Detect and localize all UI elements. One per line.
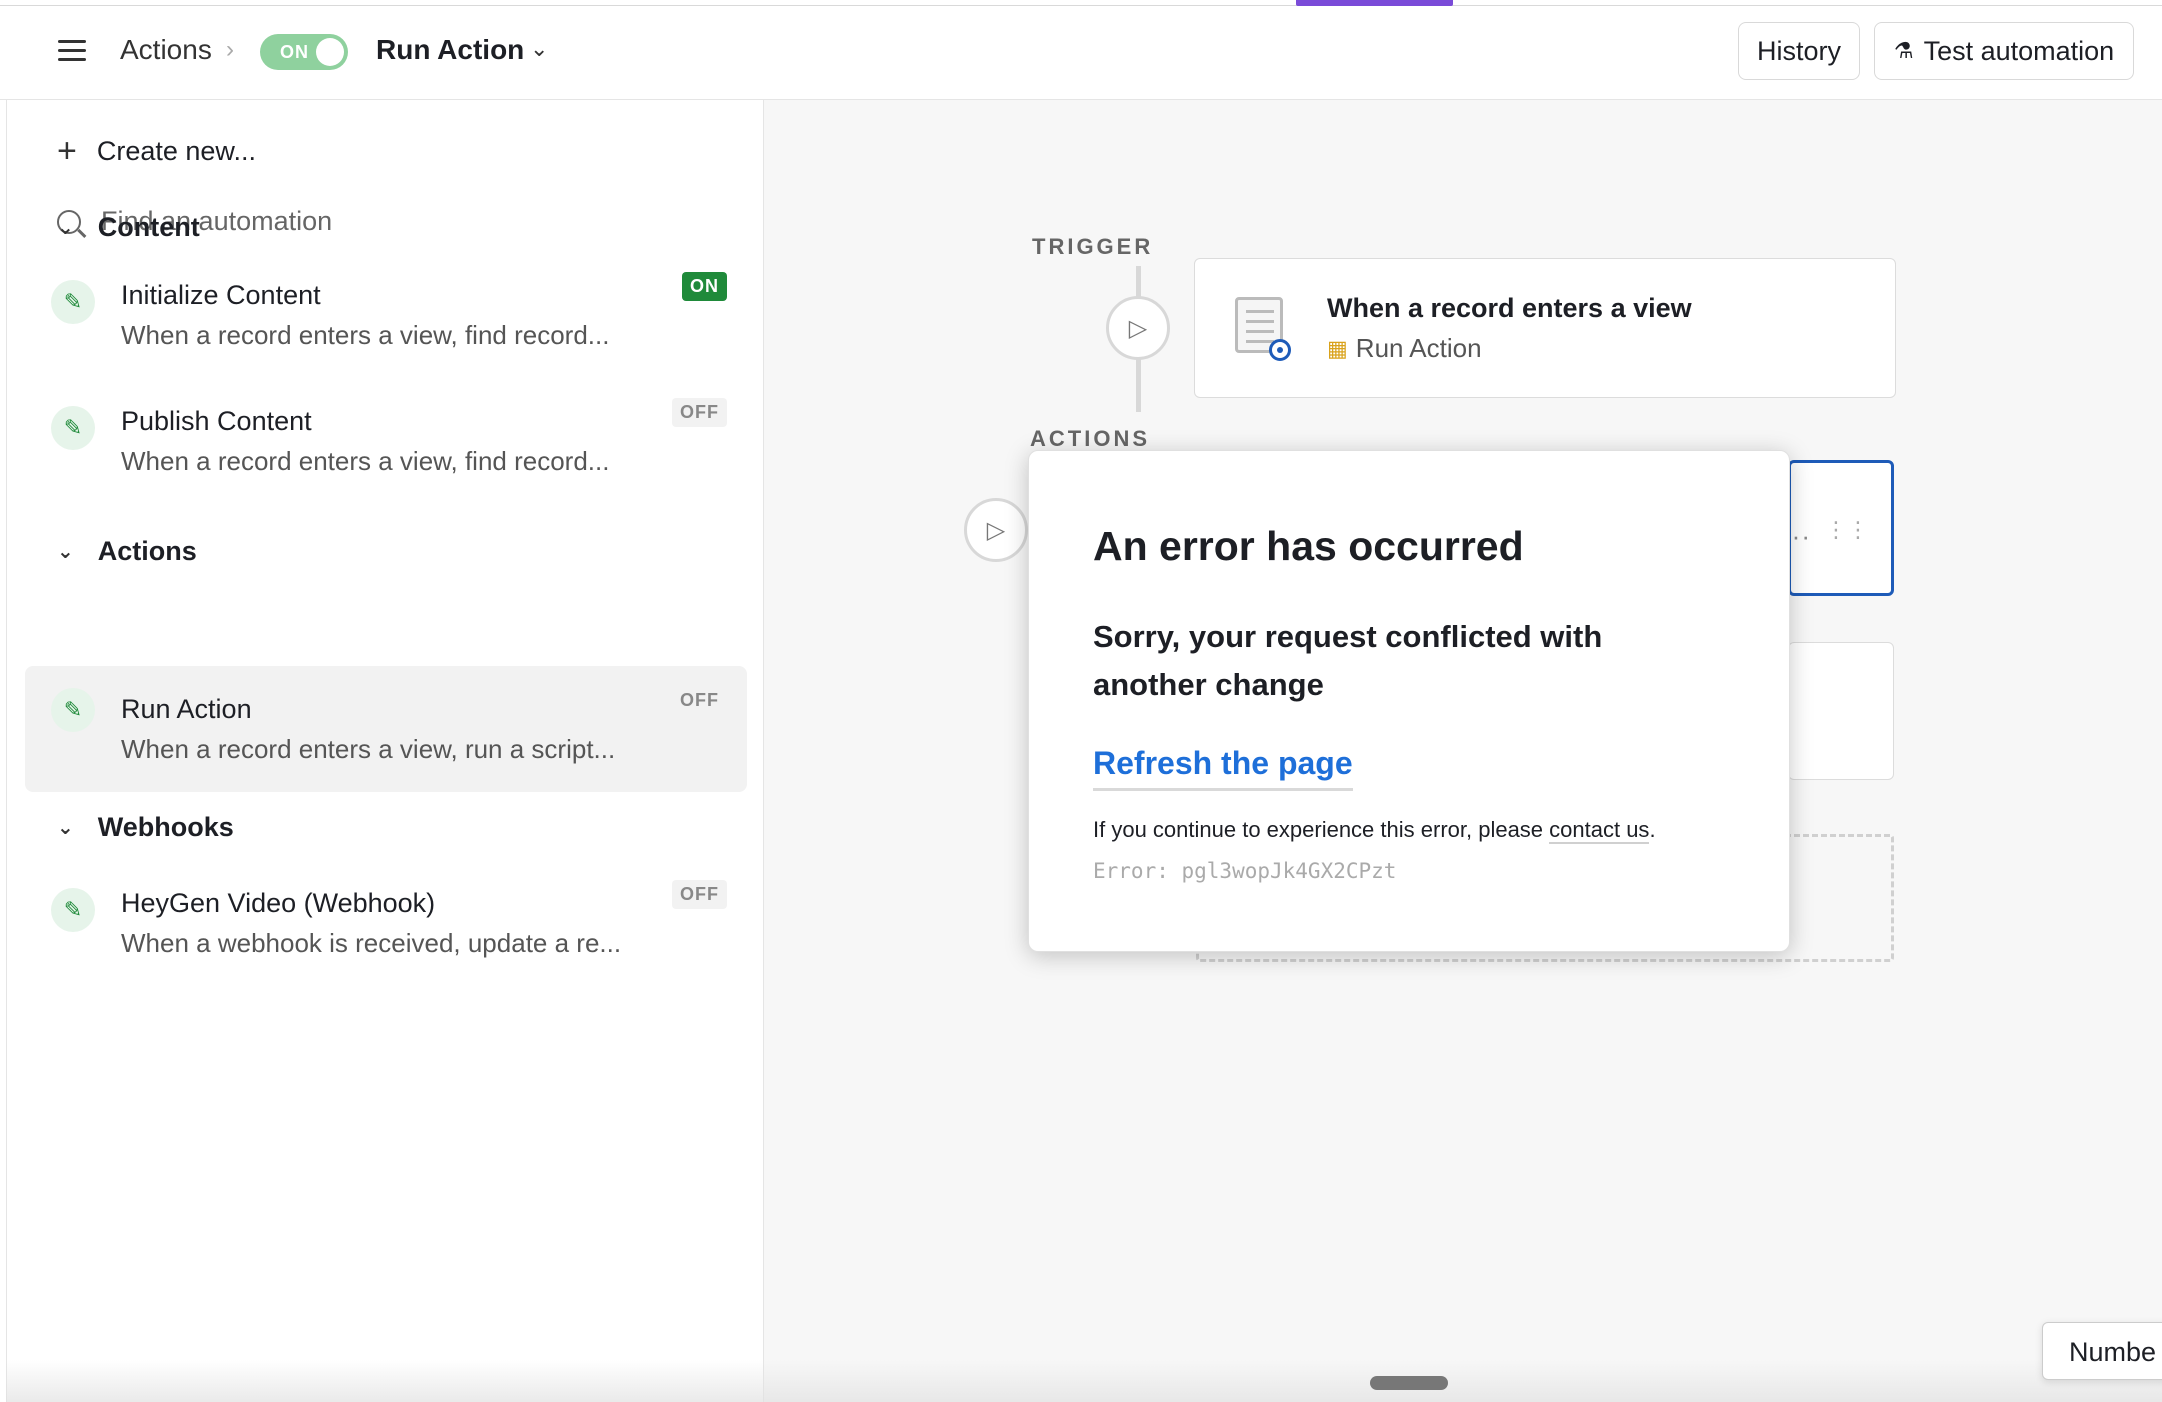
bottom-fade (6, 1360, 2162, 1402)
status-badge: OFF (672, 880, 727, 909)
play-icon[interactable]: ▷ (964, 498, 1028, 562)
error-message: Sorry, your request conflicted with anot… (1093, 619, 1603, 702)
item-name: Publish Content (121, 406, 312, 436)
refresh-page-link[interactable]: Refresh the page (1093, 745, 1353, 791)
error-code: Error: pgl3wopJk4GX2CPzt (1093, 859, 1397, 883)
sidebar: + Create new... Find an automation ⌄ Con… (6, 100, 764, 1402)
status-badge: OFF (680, 690, 719, 710)
active-indicator (1296, 0, 1453, 6)
drag-handle-icon[interactable]: ⋮⋮ (1825, 517, 1869, 543)
automation-toggle[interactable]: ON (260, 34, 348, 70)
item-description: When a webhook is received, update a re.… (121, 928, 622, 958)
test-automation-label: Test automation (1923, 35, 2115, 66)
section-title: Webhooks (97, 812, 234, 842)
status-badge: OFF (672, 398, 727, 427)
section-title: Content (97, 212, 200, 242)
item-name: Run Action (121, 694, 252, 724)
item-description: When a record enters a view, find record… (121, 320, 610, 350)
top-bar: Actions › ON Run Action ⌄ History ⚗ Test… (0, 0, 2162, 100)
help-text: If you continue to experience this error… (1093, 817, 1656, 844)
chevron-down-icon: ⌄ (57, 817, 74, 839)
breadcrumb-actions[interactable]: Actions (120, 34, 212, 66)
section-header-content[interactable]: ⌄ Content (57, 212, 200, 243)
chevron-down-icon[interactable]: ⌄ (530, 36, 548, 62)
chevron-down-icon: ⌄ (57, 217, 74, 239)
toggle-label: ON (280, 42, 309, 62)
trigger-card[interactable]: When a record enters a view ▦ Run Action (1194, 258, 1896, 398)
pencil-icon: ✎ (51, 406, 95, 450)
trigger-label: TRIGGER (1032, 234, 1154, 259)
table-icon: ▦ (1327, 335, 1348, 361)
play-icon[interactable]: ▷ (1106, 296, 1170, 360)
tooltip: Numbe (2042, 1322, 2162, 1380)
window-top-edge (0, 0, 2162, 6)
item-description: When a record enters a view, run a scrip… (121, 734, 616, 764)
trigger-title: When a record enters a view (1327, 293, 1692, 323)
history-button[interactable]: History (1738, 22, 1860, 80)
scroll-handle[interactable] (1370, 1376, 1448, 1390)
eye-icon (1269, 339, 1291, 361)
error-dialog: An error has occurred Sorry, your reques… (1028, 450, 1790, 952)
create-new-label: Create new... (96, 135, 256, 166)
section-header-actions[interactable]: ⌄ Actions (57, 536, 197, 567)
record-view-icon (1231, 297, 1291, 361)
pencil-icon: ✎ (51, 688, 95, 732)
chevron-down-icon: ⌄ (57, 541, 74, 563)
status-badge: ON (682, 272, 727, 301)
trigger-view-name: Run Action (1355, 333, 1482, 363)
flask-icon: ⚗ (1893, 38, 1914, 63)
action-card[interactable] (1788, 642, 1894, 780)
pencil-icon: ✎ (51, 280, 95, 324)
trigger-subtitle: ▦ Run Action (1327, 333, 1482, 364)
menu-icon[interactable] (58, 40, 86, 62)
help-prefix: If you continue to experience this error… (1093, 817, 1550, 842)
test-automation-button[interactable]: ⚗ Test automation (1874, 22, 2134, 80)
chevron-right-icon: › (226, 36, 234, 63)
section-title: Actions (97, 536, 197, 566)
create-new-button[interactable]: + Create new... (57, 134, 256, 168)
section-header-webhooks[interactable]: ⌄ Webhooks (57, 812, 234, 843)
item-name: Initialize Content (121, 280, 321, 310)
list-item[interactable]: ✎ HeyGen Video (Webhook) When a webhook … (25, 860, 747, 986)
toggle-knob (316, 38, 344, 66)
actions-label: ACTIONS (1030, 426, 1150, 451)
list-item-selected[interactable]: ✎ Run Action When a record enters a view… (25, 666, 747, 792)
action-card-selected[interactable]: ··· ⋮⋮ (1782, 460, 1894, 596)
list-item[interactable]: ✎ Publish Content When a record enters a… (25, 378, 747, 504)
plus-icon: + (57, 132, 77, 170)
dialog-title: An error has occurred (1093, 523, 1524, 569)
automation-title[interactable]: Run Action (376, 34, 524, 66)
contact-us-link[interactable]: contact us (1549, 817, 1650, 844)
list-item[interactable]: ✎ Initialize Content When a record enter… (25, 252, 747, 378)
item-description: When a record enters a view, find record… (121, 446, 610, 476)
item-name: HeyGen Video (Webhook) (121, 888, 436, 918)
pencil-icon: ✎ (51, 888, 95, 932)
help-suffix: . (1649, 817, 1656, 842)
